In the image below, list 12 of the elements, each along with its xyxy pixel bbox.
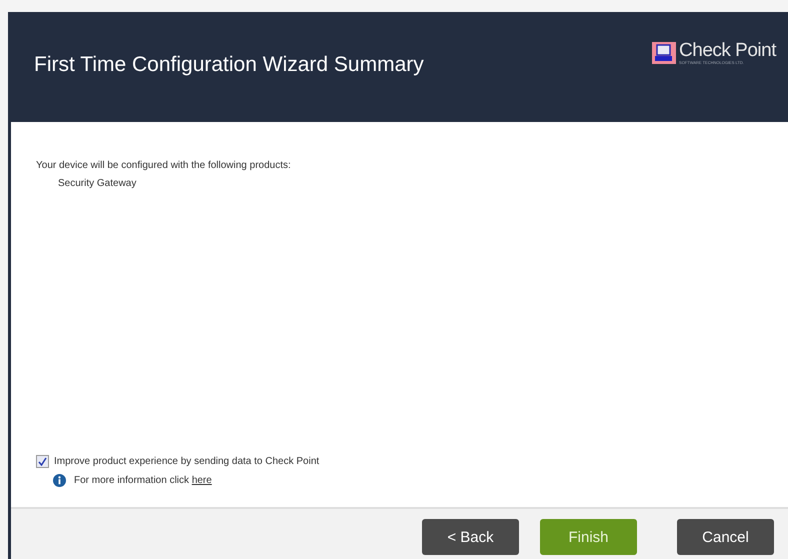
info-text: For more information click here (74, 475, 212, 486)
info-icon (53, 474, 66, 487)
window-title: First Time Configuration Wizard Summary (34, 53, 424, 77)
consent-label: Improve product experience by sending data to Check Point (54, 456, 320, 467)
logo-name: Check Point (679, 41, 776, 60)
back-button[interactable]: < Back (422, 519, 519, 555)
here-link[interactable]: here (192, 475, 212, 486)
cancel-button[interactable]: Cancel (677, 519, 774, 555)
product-name: Security Gateway (58, 178, 138, 189)
summary-text: Your device will be configured with the following products: (36, 160, 292, 171)
consent-checkbox[interactable] (36, 455, 49, 468)
computer-icon (652, 42, 676, 64)
